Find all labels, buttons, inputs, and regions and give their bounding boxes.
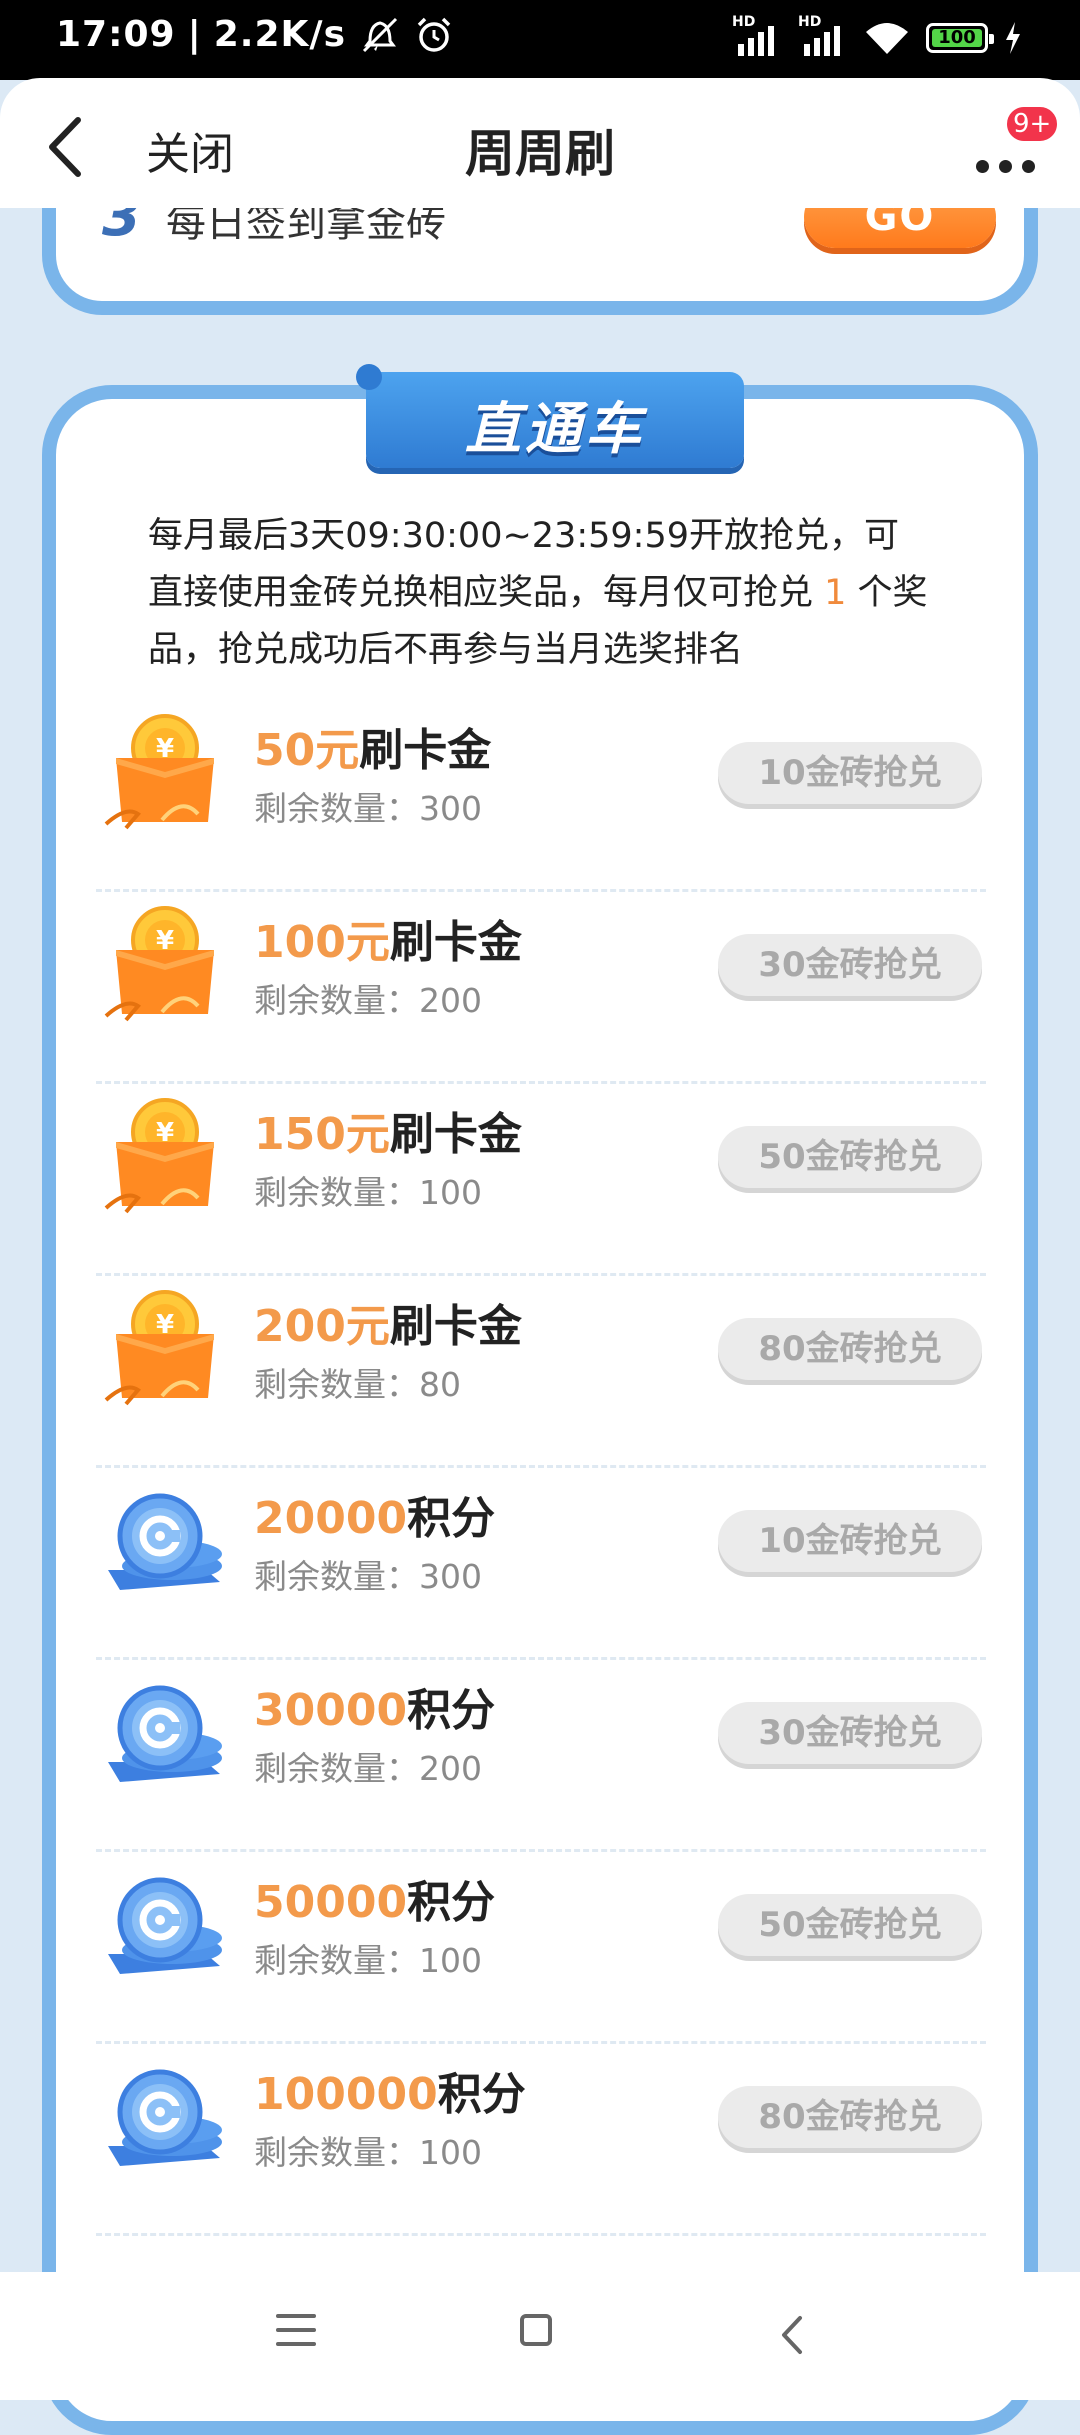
prize-name: 30000积分 xyxy=(254,1685,496,1736)
prize-row: 100000积分 剩余数量：100 80金砖抢兑 xyxy=(96,2044,986,2236)
more-menu-button[interactable]: 9+ xyxy=(972,104,1061,174)
status-bar: 17:09 | 2.2K/s HD HD 100 xyxy=(0,0,1080,80)
prize-stock: 剩余数量：300 xyxy=(254,789,482,828)
prize-list: ¥ 50元刷卡金 剩余数量：300 10金砖抢兑 ¥ 100元刷卡金 剩余数量：… xyxy=(96,700,986,2236)
gift-box-coin-icon: ¥ xyxy=(104,714,214,830)
points-coin-stack-icon xyxy=(108,1685,222,1782)
prize-row: ¥ 150元刷卡金 剩余数量：100 50金砖抢兑 xyxy=(96,1084,986,1276)
points-coin-stack-icon xyxy=(108,2069,222,2166)
wifi-icon xyxy=(866,23,908,54)
prize-row: ¥ 100元刷卡金 剩余数量：200 30金砖抢兑 xyxy=(96,892,986,1084)
mute-icon xyxy=(362,17,398,52)
status-separator: | xyxy=(187,14,202,55)
prize-stock: 剩余数量：200 xyxy=(254,981,482,1020)
redeem-button[interactable]: 50金砖抢兑 xyxy=(718,1894,982,1956)
redeem-rules-text: 每月最后3天09:30:00~23:59:59开放抢兑，可直接使用金砖兑换相应奖… xyxy=(148,516,928,670)
notification-badge: 9+ xyxy=(1004,104,1061,144)
prize-name: 200元刷卡金 xyxy=(254,1301,522,1352)
prize-stock: 剩余数量：100 xyxy=(254,1941,482,1980)
prize-stock: 剩余数量：100 xyxy=(254,2133,482,2172)
redeem-button[interactable]: 80金砖抢兑 xyxy=(718,2086,982,2148)
section-title-tab: 直通车 xyxy=(356,364,744,468)
prize-name: 20000积分 xyxy=(254,1493,496,1544)
prize-name: 50000积分 xyxy=(254,1877,496,1928)
prize-stock: 剩余数量：300 xyxy=(254,1557,482,1596)
recent-apps-button[interactable] xyxy=(276,2314,316,2354)
prize-row: 20000积分 剩余数量：300 10金砖抢兑 xyxy=(96,1468,986,1660)
points-coin-stack-icon xyxy=(108,1493,222,1590)
prize-name: 100元刷卡金 xyxy=(254,917,522,968)
gift-box-coin-icon: ¥ xyxy=(104,1290,214,1406)
system-back-icon[interactable] xyxy=(772,2310,812,2360)
alarm-icon xyxy=(417,17,451,52)
gift-box-coin-icon: ¥ xyxy=(104,1098,214,1214)
prize-row: ¥ 50元刷卡金 剩余数量：300 10金砖抢兑 xyxy=(96,700,986,892)
status-left: 17:09 | 2.2K/s xyxy=(56,14,454,55)
page-title: 周周刷 xyxy=(465,125,615,183)
prize-row: 50000积分 剩余数量：100 50金砖抢兑 xyxy=(96,1852,986,2044)
prize-row: 30000积分 剩余数量：200 30金砖抢兑 xyxy=(96,1660,986,1852)
redeem-button[interactable]: 30金砖抢兑 xyxy=(718,1702,982,1764)
status-time: 17:09 xyxy=(56,14,176,55)
prize-stock: 剩余数量：80 xyxy=(254,1365,461,1404)
system-nav-bar xyxy=(0,2272,1080,2400)
prize-name: 50元刷卡金 xyxy=(254,725,492,776)
prize-row: ¥ 200元刷卡金 剩余数量：80 80金砖抢兑 xyxy=(96,1276,986,1468)
more-dots-icon xyxy=(976,160,1035,173)
limit-count: 1 xyxy=(824,573,847,613)
prize-stock: 剩余数量：200 xyxy=(254,1749,482,1788)
points-coin-stack-icon xyxy=(108,1877,222,1974)
app-header: 关闭 周周刷 9+ xyxy=(0,78,1080,208)
network-speed: 2.2K/s xyxy=(213,14,346,55)
gift-box-coin-icon: ¥ xyxy=(104,906,214,1022)
section-title: 直通车 xyxy=(465,397,645,462)
redeem-button[interactable]: 50金砖抢兑 xyxy=(718,1126,982,1188)
battery-icon: 100 xyxy=(926,23,994,53)
prize-stock: 剩余数量：100 xyxy=(254,1173,482,1212)
prize-name: 150元刷卡金 xyxy=(254,1109,522,1160)
signal-icon: HD xyxy=(798,14,848,58)
status-right: HD HD 100 xyxy=(732,14,1022,58)
signal-icon: HD xyxy=(732,14,782,58)
prize-name: 100000积分 xyxy=(254,2069,526,2120)
redeem-button[interactable]: 30金砖抢兑 xyxy=(718,934,982,996)
charging-icon xyxy=(1006,22,1020,54)
redeem-button[interactable]: 10金砖抢兑 xyxy=(718,1510,982,1572)
redeem-button[interactable]: 80金砖抢兑 xyxy=(718,1318,982,1380)
redeem-button[interactable]: 10金砖抢兑 xyxy=(718,742,982,804)
home-button[interactable] xyxy=(520,2314,552,2346)
